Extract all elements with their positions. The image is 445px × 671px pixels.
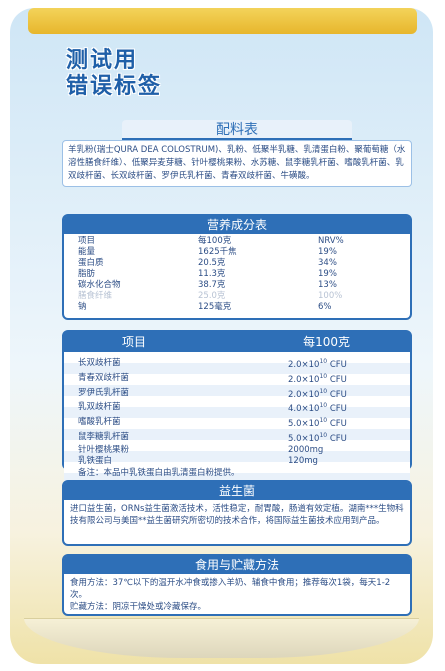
- probiotic-name: 鼠李糖乳杆菌: [78, 432, 130, 443]
- usage-storage: 贮藏方法：阴凉干燥处或冷藏保存。: [70, 601, 404, 613]
- table-row: 青春双歧杆菌 2.0×1010 CFU: [78, 371, 396, 386]
- probiotic-name: 乳双歧杆菌: [78, 402, 121, 413]
- title-line1: 测试用: [66, 48, 139, 73]
- product-can: 测试用 错误标签 配料表 羊乳粉(瑞士QURA DEA COLOSTRUM)、乳…: [10, 8, 433, 664]
- nutrient-nrv: 6%: [318, 302, 332, 312]
- table-row: 乳铁蛋白 120mg: [78, 456, 396, 467]
- nutrient-nrv: 100%: [318, 291, 343, 301]
- col-per100: 每100克: [198, 236, 232, 246]
- ingredients-heading: 配料表: [122, 120, 352, 140]
- table-row: 碳水化合物 38.7克 13%: [78, 280, 396, 291]
- probiotic-amount: 2000mg: [288, 444, 324, 455]
- probiotic-amount: 5.0×1010 CFU: [288, 432, 347, 444]
- table-row: 嗜酸乳杆菌 5.0×1010 CFU: [78, 415, 396, 430]
- probiotic-name: 长双歧杆菌: [78, 357, 121, 368]
- usage-body: 食用方法：37℃以下的温开水冲食或掺入羊奶、辅食中食用；推荐每次1袋，每天1-2…: [64, 574, 410, 616]
- title-line2: 错误标签: [66, 74, 163, 99]
- probiotics-col-per100: 每100克: [303, 335, 350, 349]
- nutrition-table: 项目 每100克 NRV% 能量 1625千焦 19% 蛋白质 20.5克 34…: [78, 236, 396, 313]
- usage-storage-text: 阴凉干燥处或冷藏保存。: [112, 602, 207, 612]
- probiotic-name: 罗伊氏乳杆菌: [78, 387, 130, 398]
- label-title: 测试用 错误标签: [66, 48, 162, 100]
- probiotic-amount: 2.0×1010 CFU: [288, 372, 347, 385]
- probiotics-table-header: 项目 每100克: [64, 332, 410, 352]
- usage-storage-label: 贮藏方法：: [70, 602, 113, 612]
- table-row: 乳双歧杆菌 4.0×1010 CFU: [78, 400, 396, 415]
- table-row: 罗伊氏乳杆菌 2.0×1010 CFU: [78, 386, 396, 401]
- probiotic-name: 乳铁蛋白: [78, 455, 113, 466]
- probiotic-amount: 2.0×1010 CFU: [288, 387, 347, 400]
- nutrient-nrv: 19%: [318, 269, 337, 279]
- usage-panel: 食用与贮藏方法 食用方法：37℃以下的温开水冲食或掺入羊奶、辅食中食用；推荐每次…: [62, 554, 412, 616]
- col-nrv: NRV%: [318, 236, 344, 246]
- probiotic-info-text: 进口益生菌，ORNs益生菌激活技术，活性稳定，耐胃酸，肠道有效定植。湖南***生…: [70, 504, 404, 526]
- nutrient-amount: 1625千焦: [198, 247, 237, 257]
- nutrient-nrv: 13%: [318, 280, 337, 290]
- ingredients-text: 羊乳粉(瑞士QURA DEA COLOSTRUM)、乳粉、低聚半乳糖、乳清蛋白粉…: [62, 140, 412, 187]
- nutrition-heading: 营养成分表: [64, 216, 410, 234]
- probiotic-name: 嗜酸乳杆菌: [78, 417, 121, 428]
- table-row: 长双歧杆菌 2.0×1010 CFU: [78, 356, 396, 371]
- nutrient-name: 钠: [78, 302, 87, 312]
- probiotic-info-panel: 益生菌 进口益生菌，ORNs益生菌激活技术，活性稳定，耐胃酸，肠道有效定植。湖南…: [62, 480, 412, 546]
- nutrient-name: 膳食纤维: [78, 291, 113, 301]
- probiotics-col-item: 项目: [122, 335, 147, 349]
- nutrient-amount: 38.7克: [198, 280, 226, 290]
- nutrient-nrv: 19%: [318, 247, 337, 257]
- usage-method-label: 食用方法：: [70, 578, 113, 588]
- probiotic-amount: 120mg: [288, 455, 318, 466]
- probiotic-amount: 2.0×1010 CFU: [288, 358, 347, 370]
- col-item: 项目: [78, 236, 96, 246]
- probiotics-table-panel: 项目 每100克 长双歧杆菌 2.0×1010 CFU 青春双歧杆菌 2.0×1…: [62, 330, 412, 481]
- probiotic-amount: 5.0×1010 CFU: [288, 417, 347, 430]
- nutrition-header-row: 项目 每100克 NRV%: [78, 236, 396, 247]
- probiotics-table: 长双歧杆菌 2.0×1010 CFU 青春双歧杆菌 2.0×1010 CFU 罗…: [78, 356, 396, 467]
- nutrient-amount: 25.0克: [198, 291, 226, 301]
- probiotic-info-heading: 益生菌: [64, 482, 410, 500]
- nutrient-nrv: 34%: [318, 258, 337, 268]
- table-row: 脂肪 11.3克 19%: [78, 269, 396, 280]
- table-row: 鼠李糖乳杆菌 5.0×1010 CFU: [78, 430, 396, 445]
- nutrient-name: 碳水化合物: [78, 280, 121, 290]
- probiotic-amount: 4.0×1010 CFU: [288, 402, 347, 415]
- table-row-faded: 膳食纤维 25.0克 100%: [78, 291, 396, 302]
- can-lid: [28, 8, 417, 34]
- nutrient-amount: 125毫克: [198, 302, 232, 312]
- probiotic-name: 青春双歧杆菌: [78, 372, 130, 383]
- table-row: 针叶樱桃果粉 2000mg: [78, 445, 396, 456]
- ingredients-panel: 配料表 羊乳粉(瑞士QURA DEA COLOSTRUM)、乳粉、低聚半乳糖、乳…: [62, 120, 412, 204]
- nutrition-panel: 营养成分表 项目 每100克 NRV% 能量 1625千焦 19% 蛋白质 20…: [62, 214, 412, 320]
- usage-method-text: 37℃以下的温开水冲食或掺入羊奶、辅食中食用；推荐每次1袋，每天1-2次。: [70, 578, 391, 600]
- nutrient-name: 能量: [78, 247, 96, 257]
- nutrient-name: 蛋白质: [78, 258, 104, 268]
- can-bottom-rim: [24, 618, 419, 658]
- usage-method: 食用方法：37℃以下的温开水冲食或掺入羊奶、辅食中食用；推荐每次1袋，每天1-2…: [70, 577, 404, 601]
- probiotic-name: 针叶樱桃果粉: [78, 444, 130, 455]
- table-row: 钠 125毫克 6%: [78, 302, 396, 313]
- nutrient-name: 脂肪: [78, 269, 96, 279]
- probiotics-note: 备注：本品中乳铁蛋白由乳清蛋白粉提供。: [78, 467, 240, 478]
- nutrient-amount: 11.3克: [198, 269, 226, 279]
- table-row: 能量 1625千焦 19%: [78, 247, 396, 258]
- nutrient-amount: 20.5克: [198, 258, 226, 268]
- usage-heading: 食用与贮藏方法: [64, 556, 410, 574]
- table-row: 蛋白质 20.5克 34%: [78, 258, 396, 269]
